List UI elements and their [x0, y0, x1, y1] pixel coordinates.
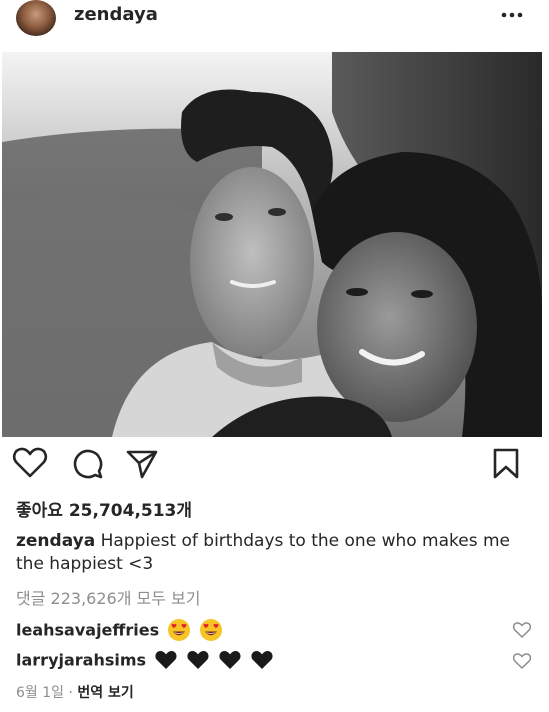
likes-label: 좋아요	[16, 501, 63, 521]
comment-row: larryjarahsims	[16, 649, 532, 675]
comment-like-icon[interactable]	[512, 621, 532, 639]
comment-row: leahsavajeffries	[16, 618, 532, 644]
meta-separator: ·	[68, 685, 73, 701]
view-all-comments-link[interactable]: 댓글 223,626개 모두 보기	[16, 585, 200, 609]
post-meta: 6월 1일 · 번역 보기	[16, 682, 134, 702]
heart-eyes-emoji	[168, 619, 191, 641]
post-caption: zendaya Happiest of birthdays to the one…	[16, 530, 526, 576]
translate-link[interactable]: 번역 보기	[77, 685, 133, 701]
action-bar	[0, 440, 549, 484]
post-photo	[2, 52, 542, 437]
comment-like-icon[interactable]	[512, 652, 532, 670]
comment-username[interactable]: leahsavajeffries	[16, 621, 159, 640]
heart-eyes-emoji	[200, 619, 223, 641]
comment-icon[interactable]	[70, 446, 106, 480]
bookmark-icon[interactable]	[488, 446, 524, 480]
caption-username[interactable]: zendaya	[16, 531, 95, 551]
post-date: 6월 1일	[16, 685, 65, 701]
likes-count[interactable]: 좋아요 25,704,513개	[16, 496, 192, 521]
share-icon[interactable]	[124, 446, 160, 480]
more-horizontal-icon[interactable]	[498, 4, 526, 26]
comment-username[interactable]: larryjarahsims	[16, 651, 146, 670]
black-heart-emoji	[187, 650, 209, 669]
post-image[interactable]	[2, 52, 542, 437]
black-heart-emoji	[219, 650, 241, 669]
likes-number: 25,704,513개	[68, 501, 193, 521]
black-heart-emoji	[155, 650, 177, 669]
post-username[interactable]: zendaya	[74, 4, 158, 25]
avatar[interactable]	[16, 0, 56, 36]
black-heart-emoji	[251, 650, 273, 669]
post-header: zendaya	[0, 0, 549, 42]
heart-icon[interactable]	[12, 446, 48, 480]
